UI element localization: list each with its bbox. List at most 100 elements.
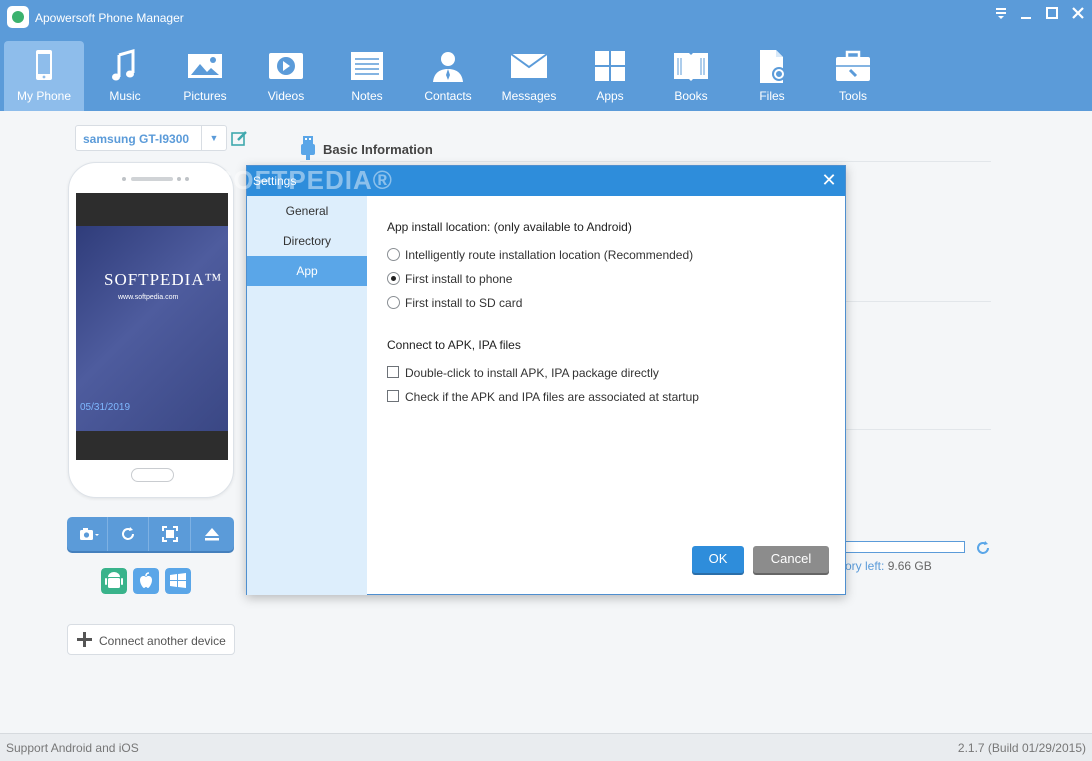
header: Apowersoft Phone Manager My Phone Music …: [0, 0, 1092, 111]
tools-icon: [836, 50, 870, 81]
phone-wallpaper: [76, 226, 228, 431]
apple-icon[interactable]: [133, 568, 159, 594]
nav-apps[interactable]: Apps: [570, 41, 650, 109]
device-dropdown[interactable]: samsung GT-I9300 ▼: [75, 125, 227, 151]
rotate-button[interactable]: [108, 517, 149, 551]
nav-label: Books: [674, 89, 708, 103]
app-title: Apowersoft Phone Manager: [35, 11, 184, 25]
maximize-icon[interactable]: [1042, 6, 1062, 23]
nav-messages[interactable]: Messages: [489, 41, 569, 109]
settings-tab-general[interactable]: General: [247, 196, 367, 226]
nav-label: My Phone: [16, 89, 72, 103]
windows-icon[interactable]: [165, 568, 191, 594]
refresh-icon: [122, 527, 134, 540]
settings-tab-directory[interactable]: Directory: [247, 226, 367, 256]
ok-button[interactable]: OK: [692, 546, 744, 573]
fullscreen-icon: [162, 526, 178, 542]
nav-label: Apps: [596, 89, 624, 103]
checkbox[interactable]: [387, 366, 399, 378]
version-label: 2.1.7 (Build 01/29/2015): [957, 741, 1086, 755]
nav-my-phone[interactable]: My Phone: [4, 41, 84, 111]
nav-label: Videos: [267, 89, 305, 103]
phone-sensor-dot: [185, 177, 189, 181]
nav-pictures[interactable]: Pictures: [165, 41, 245, 109]
screen-brand: SOFTPEDIA™: [104, 270, 223, 289]
close-icon[interactable]: [1068, 6, 1088, 23]
radio-button[interactable]: [387, 296, 400, 309]
phone-preview: SOFTPEDIA™ www.softpedia.com 05/31/2019: [68, 162, 234, 498]
softpedia-watermark: SOFTPEDIA®: [215, 165, 393, 195]
option-label: Check if the APK and IPA files are assoc…: [405, 390, 699, 404]
pictures-icon: [188, 54, 222, 78]
connect-device-label: Connect another device: [99, 634, 226, 648]
settings-dialog: Settings ✕ General Directory App App ins…: [246, 165, 846, 595]
option-label: Double-click to install APK, IPA package…: [405, 366, 659, 380]
memory-left: ory left: 9.66 GB: [845, 559, 932, 573]
memory-left-value: 9.66 GB: [887, 559, 932, 573]
status-bar: Support Android and iOS 2.1.7 (Build 01/…: [0, 733, 1092, 761]
fullscreen-button[interactable]: [150, 517, 191, 551]
notes-icon: [351, 52, 383, 80]
android-icon[interactable]: [101, 568, 127, 594]
phone-toolbar: [67, 517, 234, 551]
nav-label: Pictures: [183, 89, 227, 103]
connect-files-title: Connect to APK, IPA files: [387, 338, 521, 352]
nav-books[interactable]: Books: [651, 41, 731, 109]
music-icon: [112, 49, 135, 81]
phone-speaker: [131, 177, 173, 181]
device-name: samsung GT-I9300: [83, 132, 190, 146]
divider: [300, 161, 991, 162]
connect-device-button[interactable]: Connect another device: [67, 624, 235, 655]
menu-icon[interactable]: [991, 6, 1011, 23]
refresh-storage-icon[interactable]: [975, 540, 991, 556]
radio-button[interactable]: [387, 272, 400, 285]
usb-icon: [301, 136, 315, 160]
phone-home-button: [131, 468, 174, 482]
phone-sensor-dot: [177, 177, 181, 181]
screen-date: 05/31/2019: [80, 402, 131, 413]
screenshot-button[interactable]: [67, 517, 108, 551]
basic-info-title: Basic Information: [323, 142, 433, 157]
eject-button[interactable]: [192, 517, 233, 551]
plus-icon: [77, 632, 92, 647]
storage-progress-bar: [845, 541, 965, 553]
chevron-down-icon[interactable]: ▼: [201, 126, 226, 150]
eject-icon: [205, 528, 219, 541]
nav-videos[interactable]: Videos: [246, 41, 326, 109]
nav-label: Music: [109, 89, 141, 103]
phone-icon: [36, 50, 52, 80]
settings-tab-app[interactable]: App: [247, 256, 367, 286]
camera-icon: [80, 528, 99, 540]
nav-files[interactable]: Files: [732, 41, 812, 109]
books-icon: [674, 53, 708, 81]
cancel-button[interactable]: Cancel: [753, 546, 829, 573]
nav-music[interactable]: Music: [85, 41, 165, 109]
nav-tools[interactable]: Tools: [813, 41, 893, 109]
phone-screen[interactable]: SOFTPEDIA™ www.softpedia.com 05/31/2019: [76, 193, 228, 460]
nav-contacts[interactable]: Contacts: [408, 41, 488, 109]
dialog-close-icon[interactable]: ✕: [819, 170, 839, 190]
install-location-title: App install location: (only available to…: [387, 220, 632, 234]
phone-camera-dot: [122, 177, 126, 181]
nav-label: Messages: [501, 89, 557, 103]
status-left: Support Android and iOS: [6, 741, 139, 755]
edit-icon[interactable]: [231, 130, 248, 147]
option-label: Intelligently route installation locatio…: [405, 248, 694, 262]
nav-label: Files: [759, 89, 785, 103]
files-icon: [760, 50, 786, 83]
minimize-icon[interactable]: [1016, 6, 1036, 23]
nav-label: Tools: [838, 89, 867, 103]
messages-icon: [510, 53, 548, 78]
apps-icon: [595, 51, 625, 81]
nav-label: Contacts: [424, 89, 472, 103]
videos-icon: [269, 53, 303, 79]
app-logo-icon: [7, 6, 29, 28]
nav-notes[interactable]: Notes: [327, 41, 407, 109]
option-label: First install to SD card: [405, 296, 523, 310]
title-bar: Apowersoft Phone Manager: [0, 0, 1092, 34]
checkbox[interactable]: [387, 390, 399, 402]
contacts-icon: [433, 52, 463, 82]
radio-button[interactable]: [387, 248, 400, 261]
option-label: First install to phone: [405, 272, 513, 286]
screen-url: www.softpedia.com: [118, 294, 179, 301]
